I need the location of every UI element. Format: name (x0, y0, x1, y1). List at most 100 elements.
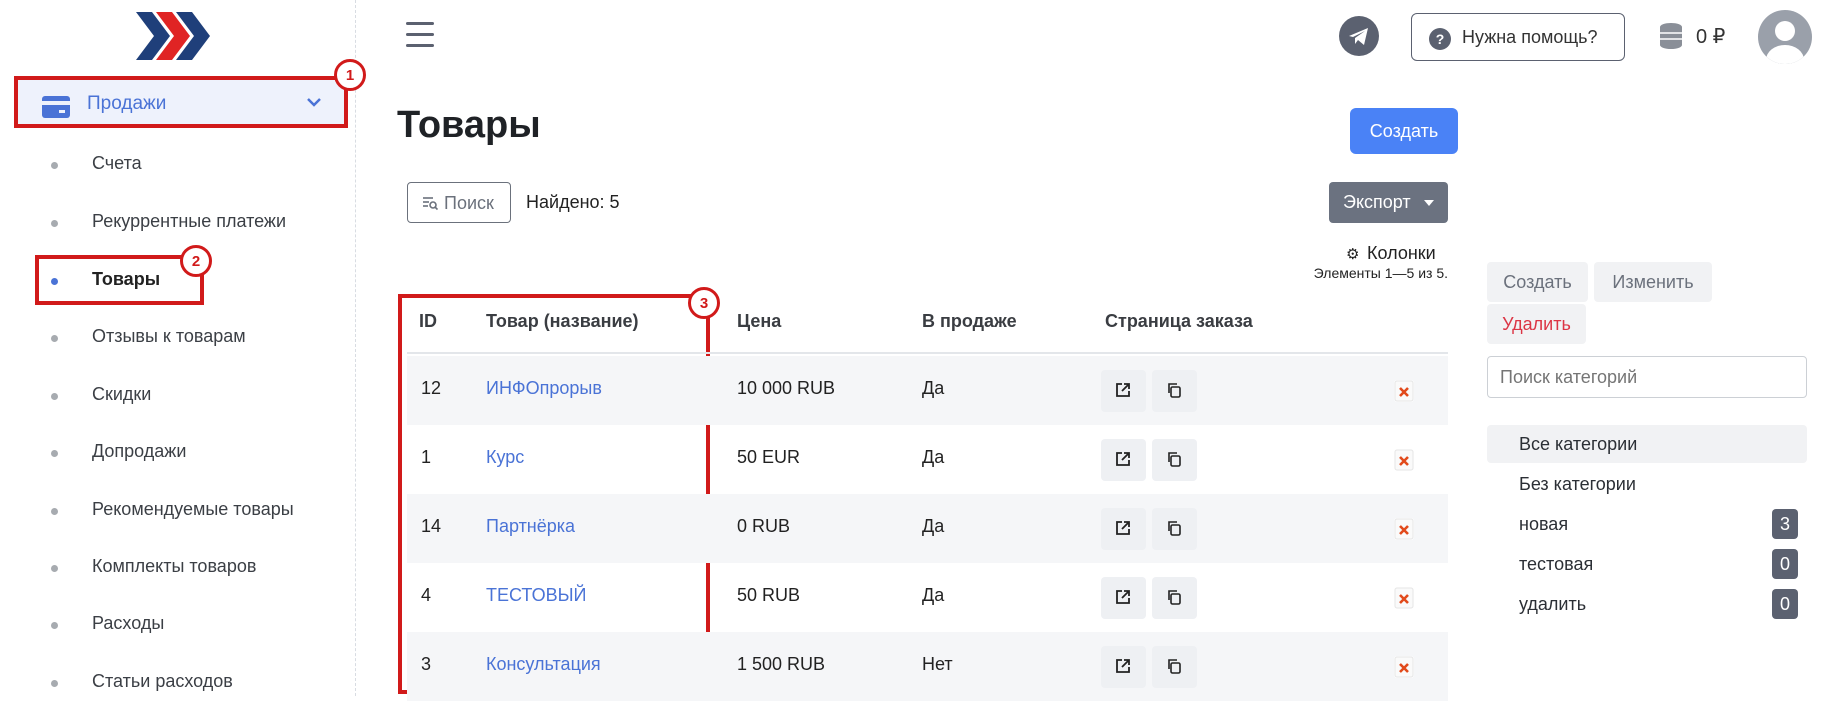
category-label: новая (1519, 514, 1569, 534)
bullet-icon (51, 622, 58, 629)
cell-price: 50 RUB (737, 585, 801, 605)
brand-logo-icon[interactable] (136, 12, 214, 60)
product-name-link[interactable]: ИНФОпрорыв (486, 378, 602, 399)
page-title: Товары (397, 104, 541, 146)
category-item-uncategorized[interactable]: Без категории (1487, 465, 1807, 503)
open-order-page-button[interactable] (1101, 646, 1146, 688)
category-item-all[interactable]: Все категории (1487, 425, 1807, 463)
open-order-page-button[interactable] (1101, 508, 1146, 550)
column-header-id[interactable]: ID (419, 311, 437, 332)
delete-row-button[interactable] (1394, 587, 1414, 609)
columns-button[interactable]: ⚙ Колонки (1346, 243, 1436, 264)
cell-id: 4 (421, 585, 432, 605)
external-link-icon (1116, 521, 1130, 535)
copy-icon (1168, 521, 1181, 536)
sidebar-item-label: Рекомендуемые товары (92, 499, 294, 519)
cell-id: 14 (421, 516, 442, 536)
copy-link-button[interactable] (1152, 370, 1197, 412)
cell-price: 0 RUB (737, 516, 791, 536)
annotation-marker: 2 (180, 245, 212, 277)
sidebar-item-label: Статьи расходов (92, 671, 233, 691)
sidebar-item-expenses[interactable]: Расходы (0, 604, 356, 644)
question-icon: ? (1429, 28, 1451, 50)
category-search-input[interactable] (1487, 356, 1807, 398)
sidebar-item-product-reviews[interactable]: Отзывы к товарам (0, 317, 356, 357)
column-header-price[interactable]: Цена (737, 311, 781, 332)
sidebar-item-label: Рекуррентные платежи (92, 211, 287, 231)
cell-on-sale: Да (922, 447, 945, 467)
external-link-icon (1116, 452, 1130, 466)
category-count-badge: 3 (1772, 509, 1798, 539)
delete-row-button[interactable] (1394, 380, 1414, 402)
copy-icon (1168, 452, 1181, 467)
sidebar-item-recommended-products[interactable]: Рекомендуемые товары (0, 490, 356, 530)
edit-category-button[interactable]: Изменить (1594, 262, 1712, 302)
annotation-marker: 1 (334, 59, 366, 91)
annotation-box-products (35, 255, 204, 305)
bullet-icon (51, 335, 58, 342)
category-item-new[interactable]: новая 3 (1487, 505, 1807, 543)
annotation-box-sales (14, 76, 348, 128)
category-item-delete[interactable]: удалить 0 (1487, 585, 1807, 623)
menu-toggle-icon[interactable] (406, 22, 434, 48)
create-product-button[interactable]: Создать (1350, 108, 1458, 154)
cell-price: 1 500 RUB (737, 654, 826, 674)
filter-search-icon (423, 197, 438, 211)
table-row: 1 Курс 50 EUR Да (407, 425, 1448, 494)
cell-price: 10 000 RUB (737, 378, 836, 398)
delete-row-button[interactable] (1394, 656, 1414, 678)
sidebar-item-label: Счета (92, 153, 142, 173)
delete-row-button[interactable] (1394, 449, 1414, 471)
product-name-link[interactable]: Консультация (486, 654, 601, 675)
sidebar-item-label: Скидки (92, 384, 152, 404)
copy-link-button[interactable] (1152, 508, 1197, 550)
table-header: ID Товар (название) Цена В продаже Стран… (407, 296, 1448, 354)
category-count-badge: 0 (1772, 549, 1798, 579)
open-order-page-button[interactable] (1101, 577, 1146, 619)
create-category-button[interactable]: Создать (1487, 262, 1588, 302)
bullet-icon (51, 680, 58, 687)
categories-panel: Создать Изменить Удалить Все категории Б… (1487, 0, 1807, 696)
gear-icon: ⚙ (1346, 246, 1360, 263)
category-label: Без категории (1519, 474, 1636, 494)
category-count-badge: 0 (1772, 589, 1798, 619)
delete-icon (1394, 587, 1414, 609)
search-button[interactable]: Поиск (407, 182, 511, 223)
sidebar-item-invoices[interactable]: Счета (0, 144, 356, 184)
telegram-icon[interactable] (1339, 16, 1379, 56)
columns-label: Колонки (1367, 243, 1436, 263)
copy-icon (1168, 383, 1181, 398)
product-name-link[interactable]: ТЕСТОВЫЙ (486, 585, 586, 606)
delete-icon (1394, 449, 1414, 471)
copy-link-button[interactable] (1152, 577, 1197, 619)
search-button-label: Поиск (444, 193, 494, 213)
sidebar-item-label: Отзывы к товарам (92, 326, 246, 346)
delete-row-button[interactable] (1394, 518, 1414, 540)
column-header-order-page[interactable]: Страница заказа (1105, 311, 1253, 332)
category-item-test[interactable]: тестовая 0 (1487, 545, 1807, 583)
copy-link-button[interactable] (1152, 646, 1197, 688)
product-name-link[interactable]: Партнёрка (486, 516, 575, 537)
bullet-icon (51, 508, 58, 515)
sidebar-item-recurring-payments[interactable]: Рекуррентные платежи (0, 202, 356, 242)
delete-category-button[interactable]: Удалить (1487, 304, 1586, 344)
column-header-on-sale[interactable]: В продаже (922, 311, 1017, 332)
table-row: 4 ТЕСТОВЫЙ 50 RUB Да (407, 563, 1448, 632)
sidebar-item-label: Расходы (92, 613, 165, 633)
export-dropdown-button[interactable]: Экспорт (1329, 182, 1448, 223)
category-label: тестовая (1519, 554, 1594, 574)
copy-link-button[interactable] (1152, 439, 1197, 481)
product-name-link[interactable]: Курс (486, 447, 524, 468)
cell-on-sale: Нет (922, 654, 953, 674)
sidebar-item-expense-items[interactable]: Статьи расходов (0, 662, 356, 702)
sidebar-item-product-bundles[interactable]: Комплекты товаров (0, 547, 356, 587)
column-header-name[interactable]: Товар (название) (486, 311, 639, 332)
open-order-page-button[interactable] (1101, 439, 1146, 481)
delete-icon (1394, 656, 1414, 678)
sidebar-item-label: Допродажи (92, 441, 187, 461)
cell-id: 3 (421, 654, 432, 674)
cell-on-sale: Да (922, 585, 945, 605)
sidebar-item-upsells[interactable]: Допродажи (0, 432, 356, 472)
open-order-page-button[interactable] (1101, 370, 1146, 412)
sidebar-item-discounts[interactable]: Скидки (0, 375, 356, 415)
